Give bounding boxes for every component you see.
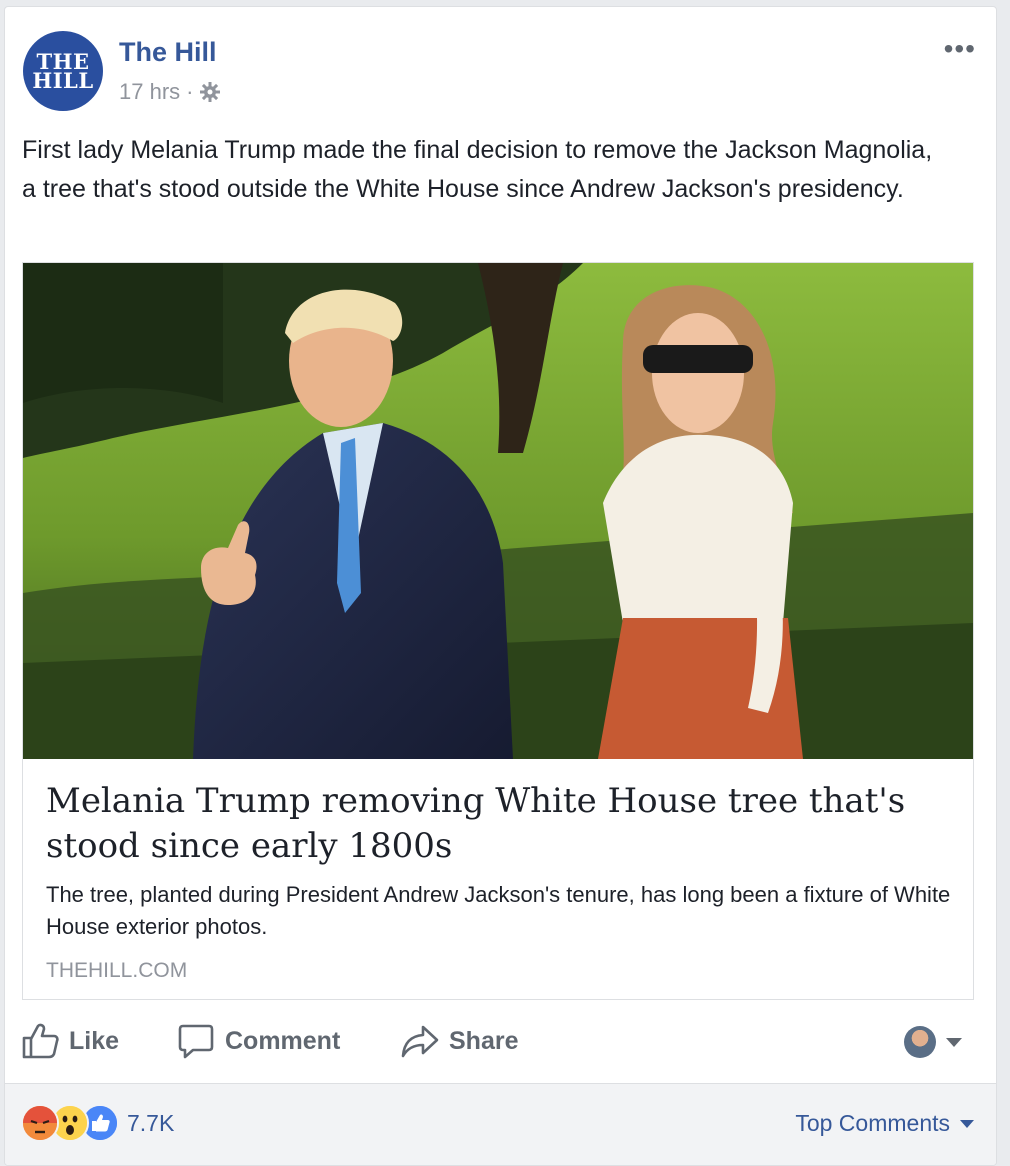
post-card: THE HILL The Hill 17 hrs · ••• First lad…	[4, 6, 997, 1166]
page-name-link[interactable]: The Hill	[119, 37, 217, 68]
reaction-summary[interactable]: 7.7K	[21, 1104, 174, 1142]
link-preview-photo[interactable]	[23, 263, 973, 759]
link-title[interactable]: Melania Trump removing White House tree …	[46, 779, 946, 869]
post-as-selector[interactable]	[904, 1026, 962, 1058]
post-timestamp[interactable]: 17 hrs	[119, 79, 180, 105]
page-avatar[interactable]: THE HILL	[23, 31, 103, 111]
link-domain: THEHILL.COM	[46, 959, 188, 982]
comment-label: Comment	[225, 1026, 341, 1055]
comment-button[interactable]: Comment	[177, 1022, 340, 1060]
user-avatar	[904, 1026, 936, 1058]
link-preview[interactable]: Melania Trump removing White House tree …	[22, 262, 974, 1000]
chevron-down-icon	[960, 1119, 974, 1128]
comment-sort-label: Top Comments	[795, 1110, 950, 1136]
post-meta: 17 hrs ·	[119, 79, 221, 105]
angry-icon	[21, 1104, 59, 1142]
more-options-icon[interactable]: •••	[944, 33, 976, 65]
meta-separator: ·	[186, 79, 194, 104]
share-label: Share	[449, 1026, 519, 1055]
reaction-count[interactable]: 7.7K	[127, 1110, 174, 1137]
link-description: The tree, planted during President Andre…	[46, 882, 951, 939]
action-bar: Like Comment Share	[5, 1010, 996, 1076]
share-arrow-icon	[401, 1022, 439, 1060]
gear-icon[interactable]	[199, 81, 221, 103]
share-button[interactable]: Share	[401, 1022, 518, 1060]
comment-sort-dropdown[interactable]: Top Comments	[795, 1110, 974, 1137]
comment-bubble-icon	[177, 1022, 215, 1060]
reactions-footer: 7.7K Top Comments	[5, 1083, 996, 1165]
chevron-down-icon	[946, 1037, 962, 1047]
like-label: Like	[69, 1026, 120, 1055]
thumbs-up-icon	[21, 1022, 59, 1060]
avatar-line-2: HILL	[32, 68, 94, 93]
like-button[interactable]: Like	[21, 1022, 119, 1060]
post-text: First lady Melania Trump made the final …	[22, 136, 933, 203]
